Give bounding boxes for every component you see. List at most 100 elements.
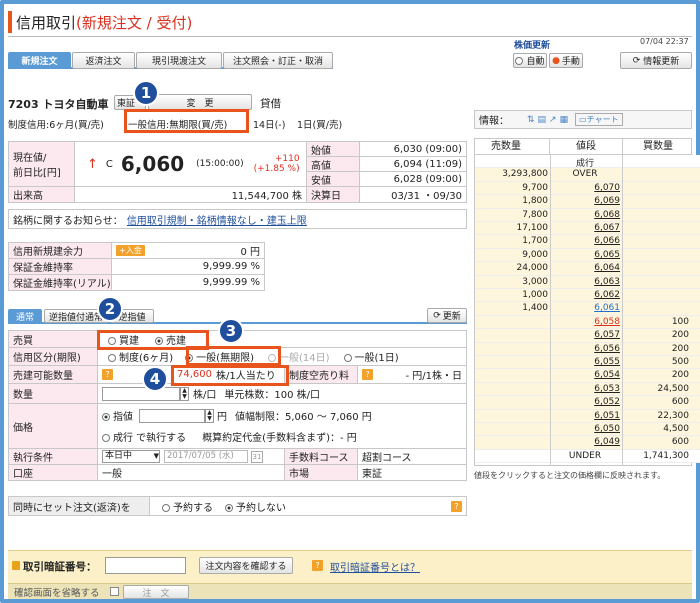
board-price[interactable]: 6,053 bbox=[550, 384, 620, 394]
limit-stepper[interactable]: ▲ ▼ bbox=[205, 408, 214, 423]
volume-value: 11,544,700 株 bbox=[74, 186, 307, 203]
sellable-label-cell: 売建可能数量 bbox=[8, 365, 98, 384]
quantity-input[interactable] bbox=[102, 386, 180, 401]
board-price[interactable]: 6,068 bbox=[550, 210, 620, 220]
tab-new-order[interactable]: 新規注文 bbox=[8, 52, 71, 69]
date-select[interactable]: 2017/07/05 (水) bbox=[164, 450, 248, 463]
market-select-value: 東証 bbox=[117, 99, 136, 109]
order-refresh-button[interactable]: ⟳ 更新 bbox=[427, 308, 467, 323]
board-price[interactable]: 6,069 bbox=[550, 196, 620, 206]
board-note: 値段をクリックすると注文の価格欄に反映されます。 bbox=[474, 471, 666, 480]
price-form-label: 価格 bbox=[8, 403, 98, 449]
board-row: 6,055 500 bbox=[475, 356, 700, 370]
account-label: 口座 bbox=[8, 464, 98, 481]
tab-close-order[interactable]: 返済注文 bbox=[72, 52, 135, 69]
help-icon-fee[interactable]: ? bbox=[362, 369, 373, 380]
board-buy-qty: 600 bbox=[671, 397, 689, 408]
price-label-1: 現在値/ bbox=[13, 153, 47, 164]
price-change-group: +110 (+1.85 %) bbox=[254, 154, 300, 174]
general-1-radio[interactable]: 一般(1日) bbox=[343, 349, 399, 364]
calendar-icon[interactable]: 31 bbox=[251, 450, 263, 463]
exec-label: 執行条件 bbox=[8, 448, 98, 465]
help-icon-set[interactable]: ? bbox=[451, 500, 462, 512]
change-stock-button[interactable]: 変 更 bbox=[148, 94, 252, 110]
board-price[interactable]: OVER bbox=[550, 169, 620, 179]
pin-input[interactable] bbox=[105, 557, 186, 574]
market-order-radio[interactable]: 成行 で執行する bbox=[102, 429, 186, 444]
board-tool-icons[interactable]: ⇅▤↗▦ bbox=[527, 115, 571, 125]
board-price[interactable]: UNDER bbox=[550, 451, 620, 461]
board-buy-qty: 24,500 bbox=[657, 383, 690, 394]
quantity-unit: 株/口 bbox=[193, 390, 217, 401]
board-row: 3,000 6,063 bbox=[475, 275, 700, 289]
board-table: 売数量 値段 買数量 成行 3,293,800 OVER 9,700 6,070 1,80… bbox=[474, 138, 700, 466]
board-price[interactable]: 6,050 bbox=[550, 424, 620, 434]
notice-label: 銘柄に関するお知らせ： bbox=[13, 215, 123, 227]
board-sell-qty: 24,000 bbox=[516, 263, 549, 274]
board-row: 24,000 6,064 bbox=[475, 262, 700, 276]
refresh-info-button[interactable]: ⟳ 情報更新 bbox=[620, 52, 692, 69]
page-title-main: 信用取引 bbox=[16, 14, 77, 32]
page-title-sub: (新規注文 / 受付) bbox=[76, 14, 193, 32]
price-change-pct: (+1.85 %) bbox=[253, 164, 300, 174]
plus-icon: + bbox=[119, 246, 126, 255]
pin-help-link[interactable]: 取引暗証番号とは？ bbox=[330, 559, 420, 574]
board-price[interactable]: 6,064 bbox=[550, 263, 620, 273]
limit-radio-icon bbox=[102, 413, 110, 421]
step-badge-4: 4 bbox=[142, 366, 168, 392]
board-price[interactable]: 6,054 bbox=[550, 370, 620, 380]
margin-rate-real-label: 保証金維持率(リアル) bbox=[8, 274, 112, 291]
help-icon[interactable]: ? bbox=[102, 369, 113, 380]
board-price[interactable]: 6,070 bbox=[550, 183, 620, 193]
board-price[interactable]: 6,049 bbox=[550, 437, 620, 447]
system-radio[interactable]: 制度(6ヶ月) bbox=[108, 349, 173, 364]
reserve-radio[interactable]: 予約する bbox=[162, 499, 213, 514]
board-price[interactable]: 6,057 bbox=[550, 330, 620, 340]
board-buy-qty: 1,741,300 bbox=[643, 450, 689, 461]
board-price[interactable]: 6,052 bbox=[550, 397, 620, 407]
tab-normal[interactable]: 通常 bbox=[8, 309, 42, 323]
board-price[interactable]: 6,067 bbox=[550, 223, 620, 233]
board-price[interactable]: 6,063 bbox=[550, 277, 620, 287]
no-reserve-radio[interactable]: 予約しない bbox=[225, 499, 286, 514]
board-row: 6,049 600 bbox=[475, 436, 700, 450]
board-price[interactable]: 6,056 bbox=[550, 344, 620, 354]
limit-radio[interactable]: 指値 bbox=[102, 408, 133, 423]
board-info-bar: 情報： ⇅▤↗▦ ▭チャート bbox=[474, 110, 692, 129]
chart-label: チャート bbox=[586, 115, 619, 124]
board-price[interactable]: 6,065 bbox=[550, 250, 620, 260]
board-price[interactable]: 6,055 bbox=[550, 357, 620, 367]
sellable-label: 売建可能数量 bbox=[13, 371, 73, 382]
deposit-button[interactable]: +入金 bbox=[116, 245, 145, 256]
quantity-stepper[interactable]: ▲ ▼ bbox=[180, 386, 189, 401]
board-price[interactable]: 6,058 bbox=[550, 317, 620, 327]
tab-order-inquiry[interactable]: 注文照会・訂正・取消 bbox=[223, 52, 333, 69]
board-price[interactable]: 成行 bbox=[550, 156, 620, 169]
date-select-value: 2017/07/05 (水) bbox=[167, 451, 234, 461]
board-price[interactable]: 6,066 bbox=[550, 236, 620, 246]
notice-link[interactable]: 信用取引規制・銘柄情報なし・建玉上限 bbox=[127, 212, 307, 227]
manual-update-button[interactable]: ● 手動 bbox=[549, 53, 583, 68]
system-label: 制度(6ヶ月) bbox=[119, 353, 174, 364]
skip-checkbox[interactable] bbox=[110, 587, 119, 596]
board-sell-qty: 1,800 bbox=[522, 196, 548, 207]
price-range: 値幅制限：5,060 〜 7,060 円 bbox=[235, 412, 372, 423]
capacity-label: 信用新規建余力 bbox=[8, 242, 112, 259]
auto-update-button[interactable]: 自動 bbox=[513, 53, 547, 68]
confirm-order-button[interactable]: 注文内容を確認する bbox=[199, 557, 293, 574]
tab-delivery-order[interactable]: 現引現渡注文 bbox=[136, 52, 222, 69]
board-buy-qty: 22,300 bbox=[657, 410, 690, 421]
board-price[interactable]: 6,051 bbox=[550, 411, 620, 421]
exec-select[interactable]: 本日中 ▼ bbox=[102, 450, 160, 463]
board-chart-button[interactable]: ▭チャート bbox=[575, 113, 623, 126]
limit-price-input[interactable] bbox=[139, 408, 205, 423]
exec-controls: 本日中 ▼ 2017/07/05 (水) 31 bbox=[97, 448, 285, 465]
board-row: 3,293,800 OVER bbox=[475, 168, 700, 182]
board-price[interactable]: 6,062 bbox=[550, 290, 620, 300]
system-radio-icon bbox=[108, 354, 116, 362]
manual-label: 手動 bbox=[561, 57, 580, 67]
current-price: 6,060 bbox=[120, 152, 185, 176]
market-order-radio-icon bbox=[102, 434, 110, 442]
board-price[interactable]: 6,061 bbox=[550, 303, 620, 313]
order-button[interactable]: 注 文 bbox=[123, 585, 189, 599]
